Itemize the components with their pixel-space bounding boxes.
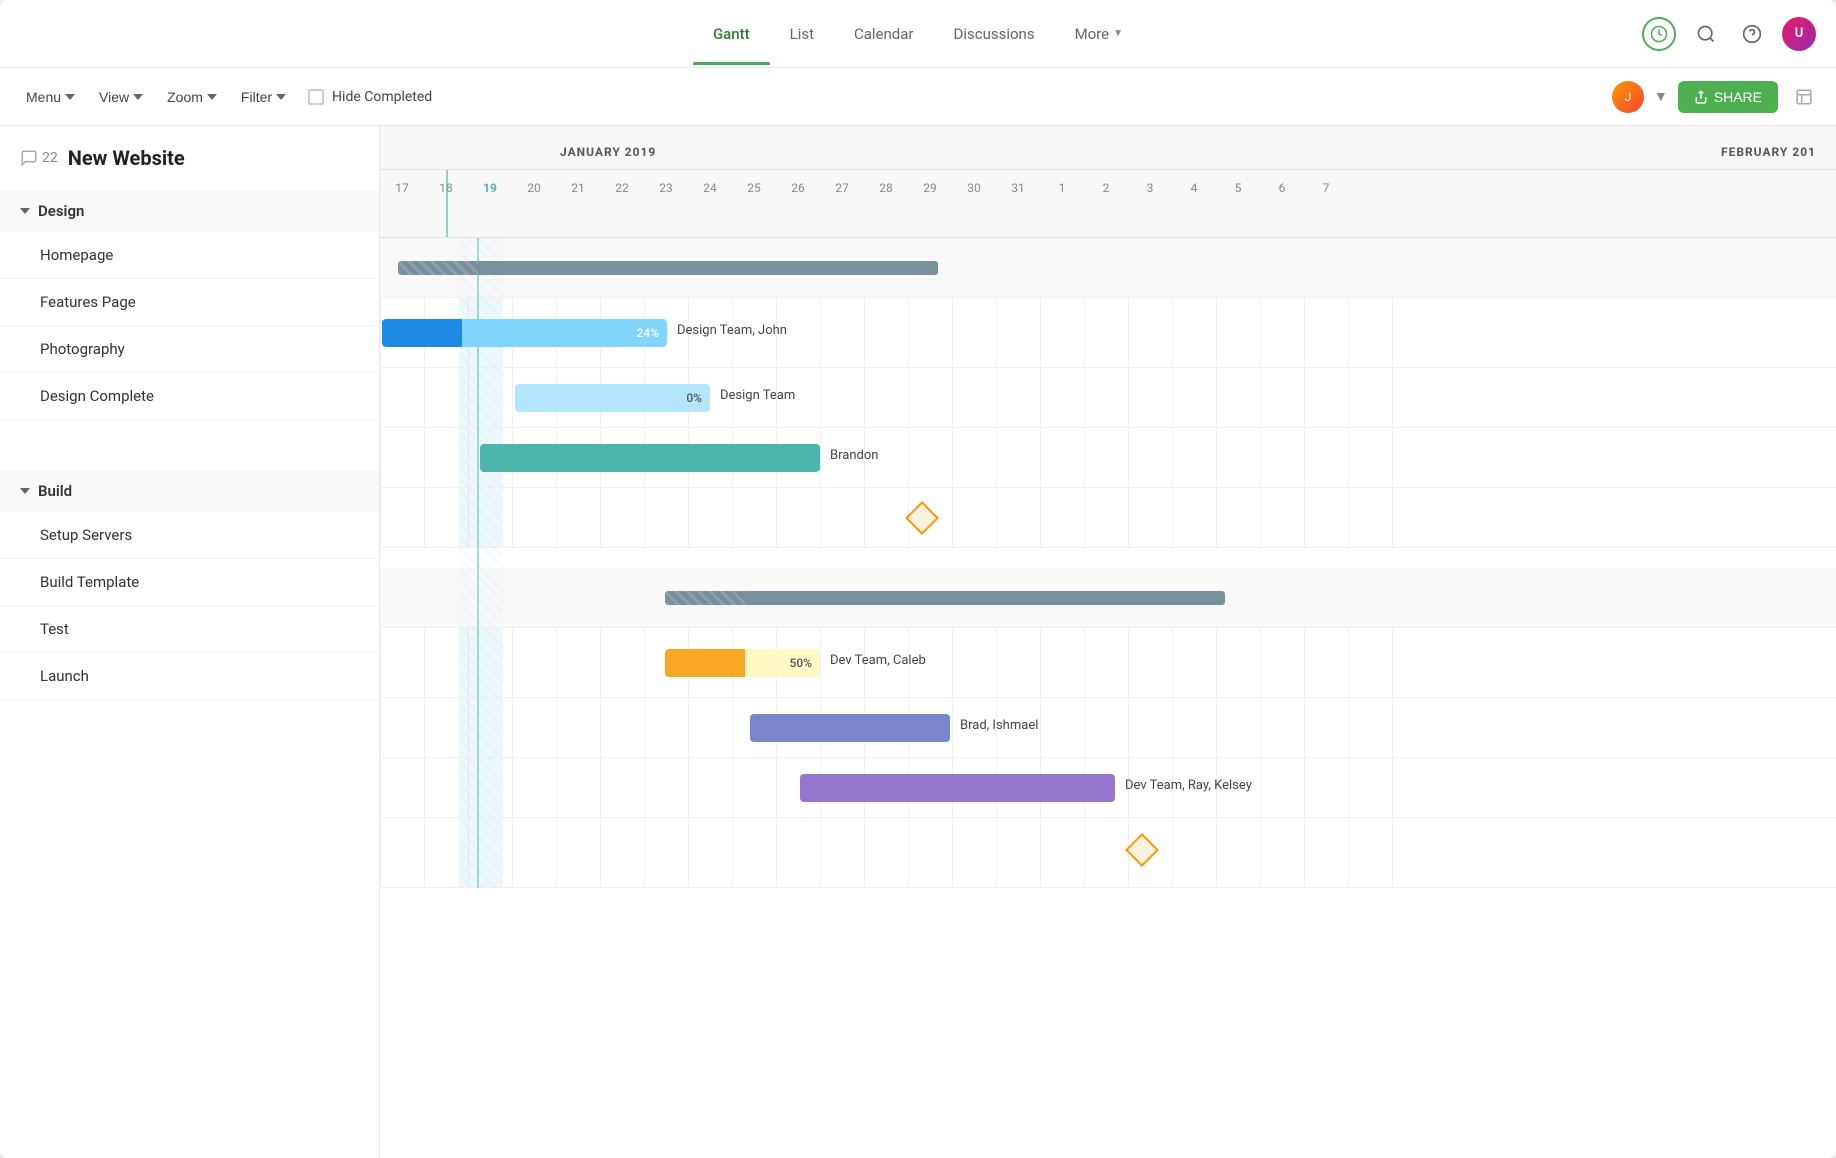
sidebar-item-test[interactable]: Test bbox=[0, 606, 379, 653]
project-title: New Website bbox=[68, 146, 185, 170]
gantt-row: Brad, Ishmael bbox=[380, 698, 1836, 758]
sidebar-item-design-complete[interactable]: Design Complete bbox=[0, 373, 379, 420]
gantt-row: Dev Team, Ray, Kelsey bbox=[380, 758, 1836, 818]
days-row: 1718192021222324252627282930311234567 bbox=[380, 170, 1836, 206]
view-button[interactable]: View bbox=[89, 83, 153, 111]
gantt-row bbox=[380, 238, 1836, 298]
user-avatar[interactable]: U bbox=[1782, 17, 1816, 51]
timer-icon[interactable] bbox=[1642, 17, 1676, 51]
tab-calendar-label: Calendar bbox=[854, 25, 914, 43]
sidebar-section-design[interactable]: Design bbox=[0, 190, 379, 232]
view-label: View bbox=[99, 89, 129, 105]
build-section-label: Build bbox=[38, 482, 72, 500]
build-template-label: Build Template bbox=[40, 573, 139, 591]
tab-list[interactable]: List bbox=[770, 3, 834, 65]
today-line bbox=[446, 170, 448, 238]
hide-completed-toggle[interactable]: Hide Completed bbox=[308, 89, 432, 105]
test-label: Test bbox=[40, 620, 69, 638]
sidebar: 22 New Website Design Homepage Features … bbox=[0, 126, 380, 1158]
homepage-label: Homepage bbox=[40, 246, 113, 264]
zoom-chevron-icon bbox=[207, 94, 217, 100]
toolbar-right: J ▼ SHARE bbox=[1612, 81, 1820, 113]
gantt-row bbox=[380, 488, 1836, 548]
tab-discussions[interactable]: Discussions bbox=[934, 3, 1055, 65]
design-section-label: Design bbox=[38, 202, 84, 220]
build-collapse-icon bbox=[20, 488, 30, 494]
hide-completed-label: Hide Completed bbox=[332, 89, 432, 105]
comment-count: 22 bbox=[42, 150, 58, 166]
sidebar-item-photography[interactable]: Photography bbox=[0, 326, 379, 373]
avatar-chevron-icon: ▼ bbox=[1654, 88, 1668, 105]
tab-gantt-label: Gantt bbox=[713, 25, 750, 43]
menu-chevron-icon bbox=[65, 94, 75, 100]
sidebar-item-setup-servers[interactable]: Setup Servers bbox=[0, 512, 379, 559]
tab-list-label: List bbox=[790, 25, 814, 43]
top-nav: Gantt List Calendar Discussions More ▼ bbox=[0, 0, 1836, 68]
filter-button[interactable]: Filter bbox=[231, 83, 296, 111]
share-label: SHARE bbox=[1714, 89, 1762, 105]
share-button[interactable]: SHARE bbox=[1678, 81, 1778, 113]
zoom-button[interactable]: Zoom bbox=[157, 83, 227, 111]
gantt-row bbox=[380, 548, 1836, 568]
nav-right: U bbox=[1642, 17, 1816, 51]
nav-tabs: Gantt List Calendar Discussions More ▼ bbox=[693, 3, 1143, 65]
gantt-row bbox=[380, 568, 1836, 628]
tab-more[interactable]: More ▼ bbox=[1055, 3, 1143, 65]
tab-more-label: More bbox=[1075, 25, 1110, 43]
tab-gantt[interactable]: Gantt bbox=[693, 3, 770, 65]
launch-label: Launch bbox=[40, 667, 89, 685]
filter-chevron-icon bbox=[276, 94, 286, 100]
search-icon[interactable] bbox=[1690, 18, 1722, 50]
sidebar-item-features-page[interactable]: Features Page bbox=[0, 279, 379, 326]
february-label: FEBRUARY 201 bbox=[1721, 145, 1816, 159]
menu-button[interactable]: Menu bbox=[16, 83, 85, 111]
sidebar-section-build[interactable]: Build bbox=[0, 470, 379, 512]
toolbar: Menu View Zoom Filter Hide Completed J ▼ bbox=[0, 68, 1836, 126]
january-label: JANUARY 2019 bbox=[560, 145, 656, 159]
gantt-chart: JANUARY 2019 FEBRUARY 201 17181920212223… bbox=[380, 126, 1836, 1158]
more-chevron-icon: ▼ bbox=[1113, 28, 1123, 39]
gantt-header: JANUARY 2019 FEBRUARY 201 17181920212223… bbox=[380, 126, 1836, 238]
help-icon[interactable] bbox=[1736, 18, 1768, 50]
gantt-row: Design Team, John24% bbox=[380, 298, 1836, 368]
gantt-row: 0%Design Team bbox=[380, 368, 1836, 428]
menu-label: Menu bbox=[26, 89, 61, 105]
notification-icon[interactable] bbox=[1788, 81, 1820, 113]
main-content: 22 New Website Design Homepage Features … bbox=[0, 126, 1836, 1158]
filter-label: Filter bbox=[241, 89, 272, 105]
view-chevron-icon bbox=[133, 94, 143, 100]
features-page-label: Features Page bbox=[40, 293, 136, 311]
sidebar-item-launch[interactable]: Launch bbox=[0, 653, 379, 700]
gantt-body: Design Team, John24%0%Design TeamBrandon… bbox=[380, 238, 1836, 888]
design-collapse-icon bbox=[20, 208, 30, 214]
sidebar-item-build-template[interactable]: Build Template bbox=[0, 559, 379, 606]
project-header: 22 New Website bbox=[0, 126, 379, 190]
toolbar-user-avatar[interactable]: J bbox=[1612, 81, 1644, 113]
photography-label: Photography bbox=[40, 340, 125, 358]
sidebar-item-homepage[interactable]: Homepage bbox=[0, 232, 379, 279]
design-complete-label: Design Complete bbox=[40, 387, 154, 405]
gantt-row: Dev Team, Caleb50% bbox=[380, 628, 1836, 698]
zoom-label: Zoom bbox=[167, 89, 203, 105]
setup-servers-label: Setup Servers bbox=[40, 526, 132, 544]
gantt-section-gap-1 bbox=[0, 420, 379, 470]
tab-discussions-label: Discussions bbox=[954, 25, 1035, 43]
hide-completed-checkbox[interactable] bbox=[308, 89, 324, 105]
gantt-row: Brandon bbox=[380, 428, 1836, 488]
comment-badge[interactable]: 22 bbox=[20, 149, 58, 167]
gantt-row bbox=[380, 818, 1836, 888]
tab-calendar[interactable]: Calendar bbox=[834, 3, 934, 65]
